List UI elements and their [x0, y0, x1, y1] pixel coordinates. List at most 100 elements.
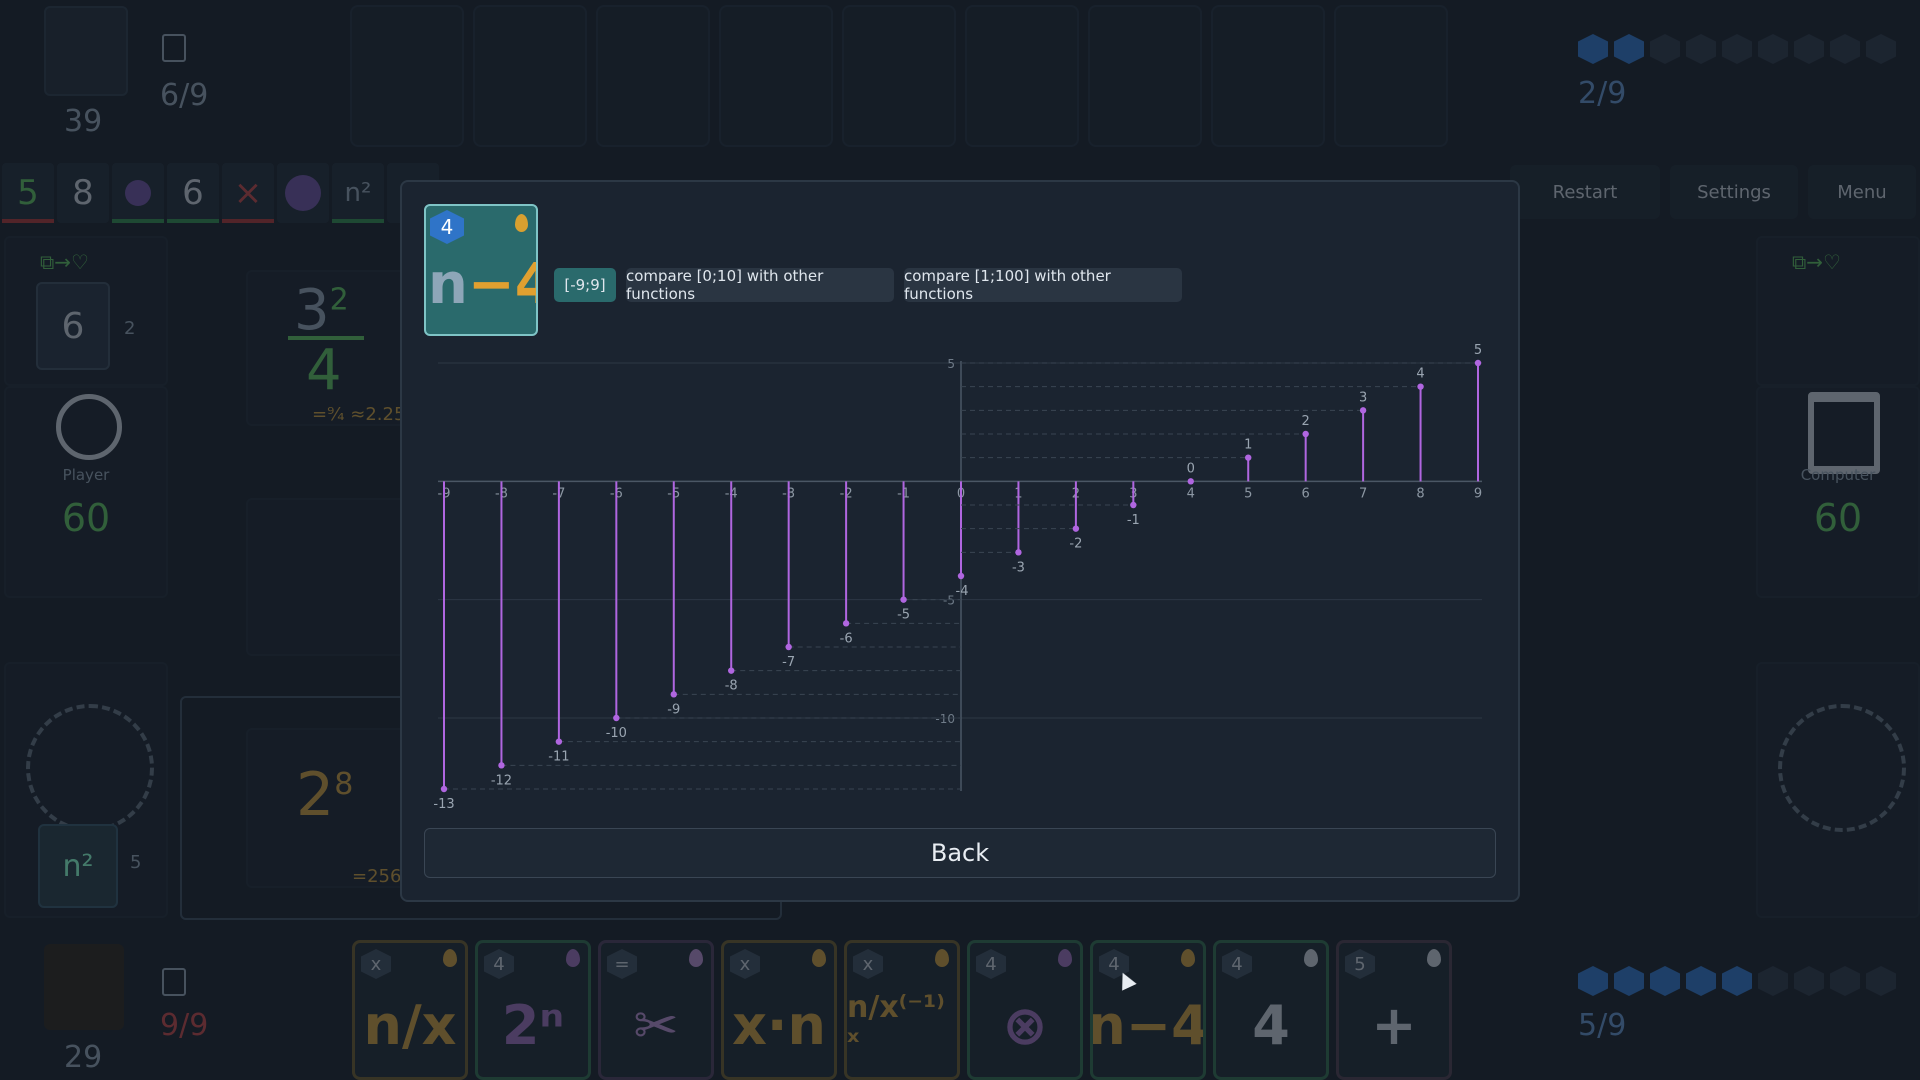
mini-card[interactable] — [277, 163, 329, 223]
computer-avatar-icon — [1808, 392, 1880, 474]
player-deck[interactable] — [44, 944, 124, 1030]
x-tick-label: 5 — [1244, 486, 1252, 501]
x-tick-label: 9 — [1474, 486, 1482, 501]
mana-hex-icon — [1722, 34, 1752, 64]
opponent-slot[interactable] — [842, 5, 956, 147]
player-discard-card[interactable]: n² — [38, 824, 118, 908]
hand-card-face: + — [1371, 993, 1417, 1057]
drop-icon — [1304, 949, 1318, 967]
opponent-mana: 2/9 — [1578, 76, 1627, 111]
data-point — [670, 691, 677, 698]
hand-card[interactable]: 4 n−4 — [1090, 940, 1206, 1080]
player-avatar-icon — [56, 394, 122, 460]
mini-card[interactable]: n² — [332, 163, 384, 223]
cycle-icon — [26, 704, 154, 832]
opponent-slot[interactable] — [473, 5, 587, 147]
mini-card[interactable]: × — [222, 163, 274, 223]
hand-card[interactable]: 4 ⊗ — [967, 940, 1083, 1080]
data-label: -7 — [782, 655, 795, 670]
player-mana: 5/9 — [1578, 1008, 1627, 1043]
mini-card[interactable]: 6 — [167, 163, 219, 223]
opponent-played-count: 6/9 — [160, 78, 209, 113]
computer-panel: Computer 60 — [1756, 386, 1920, 598]
x-tick-label: 8 — [1416, 486, 1424, 501]
drop-icon — [689, 949, 703, 967]
board-empty-slot[interactable] — [246, 498, 410, 656]
data-point — [1130, 501, 1137, 509]
mana-hex-icon — [1686, 34, 1716, 64]
data-point — [1187, 478, 1194, 485]
x-tick-label: 7 — [1359, 486, 1367, 501]
computer-stack-panel: ⧉→♡ — [1756, 236, 1920, 386]
cycle-icon — [1778, 704, 1906, 832]
hand-card[interactable]: 44 — [1213, 940, 1329, 1080]
data-label: -10 — [606, 726, 627, 741]
data-point — [728, 667, 735, 674]
mana-hex-icon — [1794, 966, 1824, 996]
mini-card[interactable] — [112, 163, 164, 223]
cards-icon — [162, 968, 186, 996]
cards-to-heart-icon: ⧉→♡ — [1792, 250, 1841, 274]
data-label: -6 — [840, 631, 853, 646]
drop-icon — [1181, 949, 1195, 967]
data-label: -8 — [725, 679, 738, 694]
hand-card-face: x·n — [732, 993, 826, 1057]
data-point — [440, 785, 448, 793]
mana-hex-icon — [1830, 966, 1860, 996]
hand-card[interactable]: x n/x⁽⁻¹⁾ˣ — [844, 940, 960, 1080]
data-label: -13 — [433, 797, 454, 812]
opponent-slot[interactable] — [596, 5, 710, 147]
data-point — [842, 620, 850, 627]
restart-button[interactable]: Restart — [1510, 165, 1660, 219]
back-button[interactable]: Back — [424, 828, 1496, 878]
hand-card-face: ✂ — [633, 993, 679, 1057]
mini-card[interactable]: 5 — [2, 163, 54, 223]
player-discard-panel: n² 5 — [4, 662, 168, 918]
data-point — [785, 643, 792, 651]
hand-card[interactable]: x n/x — [352, 940, 468, 1080]
hand-card-face: ⊗ — [1002, 993, 1048, 1057]
data-point — [613, 714, 620, 722]
board-fraction-card[interactable]: 32 4 =⁹⁄₄ ≈2.25 — [246, 270, 410, 426]
data-label: 2 — [1302, 414, 1310, 429]
data-point — [1245, 454, 1252, 461]
data-point — [1359, 407, 1367, 414]
mana-hex-icon — [1614, 966, 1644, 996]
data-label: 1 — [1244, 438, 1252, 453]
data-label: -9 — [667, 702, 680, 717]
mana-hex-icon — [1578, 34, 1608, 64]
mana-hex-icon — [1830, 34, 1860, 64]
y-tick-label: -10 — [935, 712, 955, 726]
data-label: 0 — [1187, 461, 1195, 476]
data-label: 3 — [1359, 390, 1367, 405]
hand-card[interactable]: x x·n — [721, 940, 837, 1080]
mana-hex-icon — [1578, 966, 1608, 996]
drop-icon — [1058, 949, 1072, 967]
cards-icon — [162, 34, 186, 62]
mana-hex-icon — [1650, 34, 1680, 64]
player-stack-card[interactable]: 6 — [36, 282, 110, 370]
hand-card[interactable]: 5 + — [1336, 940, 1452, 1080]
hand-card[interactable]: 4 2ⁿ — [475, 940, 591, 1080]
x-tick-label: 6 — [1302, 486, 1310, 501]
opponent-slot[interactable] — [719, 5, 833, 147]
function-graph-dialog: 4 n−4 [-9;9] compare [0;10] with other f… — [400, 180, 1520, 902]
y-tick-label: -5 — [943, 594, 955, 608]
player-panel: Player 60 — [4, 386, 168, 598]
opponent-slot[interactable] — [1334, 5, 1448, 147]
data-point — [1072, 525, 1080, 532]
hand-card[interactable]: = ✂ — [598, 940, 714, 1080]
opponent-slot[interactable] — [965, 5, 1079, 147]
opponent-slot[interactable] — [350, 5, 464, 147]
hand-card-face: n/x — [363, 993, 457, 1057]
opponent-deck[interactable] — [44, 6, 128, 96]
opponent-slot[interactable] — [1088, 5, 1202, 147]
mana-hex-icon — [1758, 34, 1788, 64]
opponent-slot[interactable] — [1211, 5, 1325, 147]
mana-hex-icon — [1614, 34, 1644, 64]
opponent-deck-count: 39 — [64, 104, 103, 139]
settings-button[interactable]: Settings — [1670, 165, 1798, 219]
mini-card[interactable]: 8 — [57, 163, 109, 223]
menu-button[interactable]: Menu — [1808, 165, 1916, 219]
player-stack-count: 2 — [124, 318, 136, 339]
